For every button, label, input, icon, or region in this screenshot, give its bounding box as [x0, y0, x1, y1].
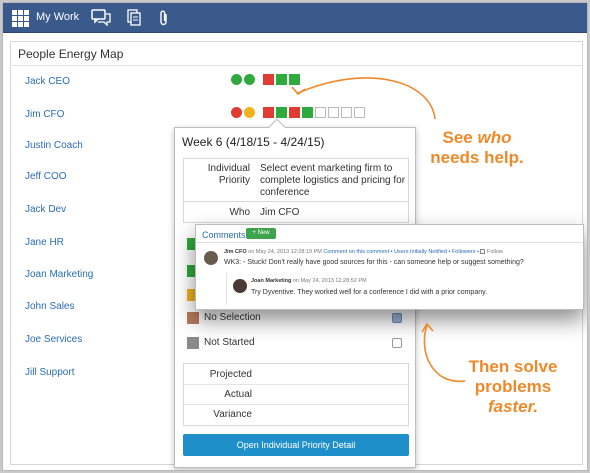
arrow-to-week	[297, 77, 436, 120]
callout-word: needs help.	[430, 148, 524, 167]
callout-word: problems	[474, 377, 552, 396]
callout-emphasis: who	[477, 128, 512, 147]
callout-solve-faster: Then solve problems faster.	[451, 357, 575, 417]
callout-word: Then solve	[468, 357, 558, 376]
callout-word: See	[442, 128, 473, 147]
arrow-head	[421, 322, 434, 333]
arrow-head	[291, 86, 306, 96]
callout-emphasis: faster.	[487, 397, 539, 416]
callout-see-who: See who needs help.	[421, 128, 533, 168]
app-frame: My Work People Energy Map Jack CEO Jim C…	[2, 2, 588, 471]
